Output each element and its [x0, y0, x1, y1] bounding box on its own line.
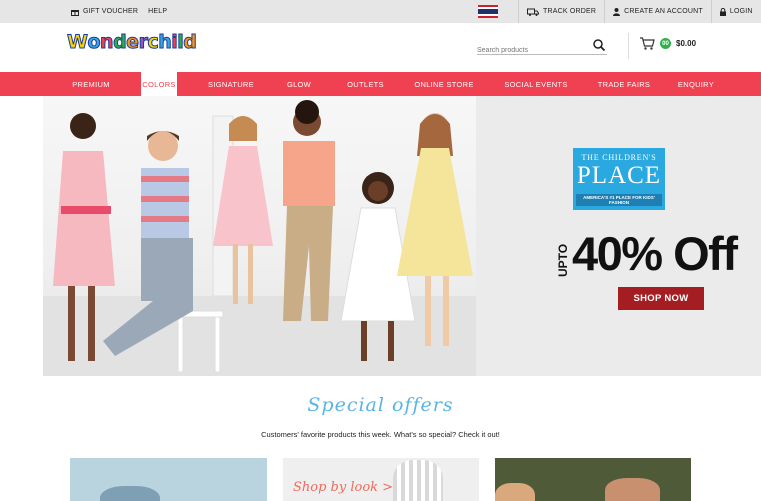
gift-voucher-link[interactable]: GIFT VOUCHER	[71, 8, 138, 16]
divider	[628, 33, 629, 59]
gift-icon	[71, 9, 79, 16]
divider	[518, 0, 519, 23]
shop-by-look-label: Shop by look >	[293, 480, 394, 495]
cart-total: $0.00	[676, 39, 697, 48]
logo-letter: c	[147, 31, 159, 53]
cart-count-badge: 00	[660, 38, 671, 49]
logo-letter: e	[126, 31, 140, 53]
offer-tile-3[interactable]	[495, 458, 691, 501]
help-label: HELP	[148, 8, 168, 15]
logo-letter: d	[183, 31, 198, 53]
logo-letter: W	[66, 31, 88, 53]
gift-voucher-label: GIFT VOUCHER	[83, 8, 139, 15]
top-bar: GIFT VOUCHER HELP TRACK ORDER CREATE AN …	[0, 0, 761, 23]
divider	[710, 0, 712, 23]
cart-icon	[640, 37, 655, 50]
brand-tagline: AMERICA'S #1 PLACE FOR KIDS' FASHION	[576, 194, 662, 206]
brand-line-1: THE CHILDREN'S	[581, 153, 657, 162]
nav-item-premium[interactable]: PREMIUM	[60, 72, 122, 96]
shop-now-button[interactable]: SHOP NOW	[618, 287, 704, 310]
childrens-place-logo: THE CHILDREN'S PLACE AMERICA'S #1 PLACE …	[573, 148, 665, 210]
site-header: Wonderchild 00 $0.00	[0, 23, 761, 72]
tile-image	[605, 478, 660, 501]
track-order-link[interactable]: TRACK ORDER	[527, 8, 596, 16]
tile-image	[393, 460, 443, 501]
user-icon	[613, 7, 621, 16]
divider	[604, 0, 606, 23]
nav-item-glow[interactable]: GLOW	[275, 72, 323, 96]
top-bar-right: TRACK ORDER CREATE AN ACCOUNT LOGIN	[478, 0, 753, 23]
special-offers-title: Special offers	[307, 394, 454, 416]
nav-item-trade-fairs[interactable]: TRADE FAIRS	[590, 72, 658, 96]
main-nav: PREMIUM COLORS SIGNATURE GLOW OUTLETS ON…	[0, 72, 761, 96]
search-icon[interactable]	[593, 39, 605, 51]
kids-illustration	[43, 100, 476, 376]
truck-icon	[527, 8, 539, 16]
create-account-label: CREATE AN ACCOUNT	[624, 8, 703, 15]
offer-tile-2[interactable]: Shop by look >	[283, 458, 479, 501]
lock-icon	[719, 7, 726, 16]
tile-image	[100, 486, 160, 501]
login-label: LOGIN	[729, 8, 753, 15]
logo-letter: o	[87, 31, 101, 53]
nav-item-enquiry[interactable]: ENQUIRY	[670, 72, 722, 96]
hero-banner[interactable]: THE CHILDREN'S PLACE AMERICA'S #1 PLACE …	[43, 96, 761, 376]
wonderchild-logo[interactable]: Wonderchild	[66, 31, 198, 53]
login-link[interactable]: LOGIN	[719, 7, 753, 16]
track-order-label: TRACK ORDER	[543, 8, 597, 15]
cart[interactable]: 00 $0.00	[628, 33, 697, 59]
discount-headline: 40% Off	[572, 227, 738, 280]
nav-item-online-store[interactable]: ONLINE STORE	[409, 72, 479, 96]
help-link[interactable]: HELP	[148, 8, 167, 15]
promo-panel: THE CHILDREN'S PLACE AMERICA'S #1 PLACE …	[476, 96, 761, 376]
thailand-flag-icon[interactable]	[478, 5, 498, 18]
tile-image	[495, 483, 535, 501]
nav-item-outlets[interactable]: OUTLETS	[338, 72, 393, 96]
nav-item-signature[interactable]: SIGNATURE	[200, 72, 262, 96]
upto-label: UPTO	[556, 243, 570, 277]
search-input[interactable]	[477, 43, 587, 58]
nav-item-social-events[interactable]: SOCIAL EVENTS	[496, 72, 576, 96]
logo-letter: n	[100, 31, 115, 53]
kids-fashion-photo	[43, 96, 476, 376]
search-box	[477, 39, 607, 58]
logo-letter: h	[158, 31, 173, 53]
brand-line-2: PLACE	[576, 162, 662, 189]
offer-tile-1[interactable]	[70, 458, 267, 501]
special-offers-subtitle: Customers' favorite products this week. …	[261, 430, 500, 439]
nav-item-colors[interactable]: COLORS	[141, 72, 177, 96]
create-account-link[interactable]: CREATE AN ACCOUNT	[613, 7, 703, 16]
logo-letter: d	[113, 31, 128, 53]
top-bar-left: GIFT VOUCHER HELP	[71, 0, 167, 23]
